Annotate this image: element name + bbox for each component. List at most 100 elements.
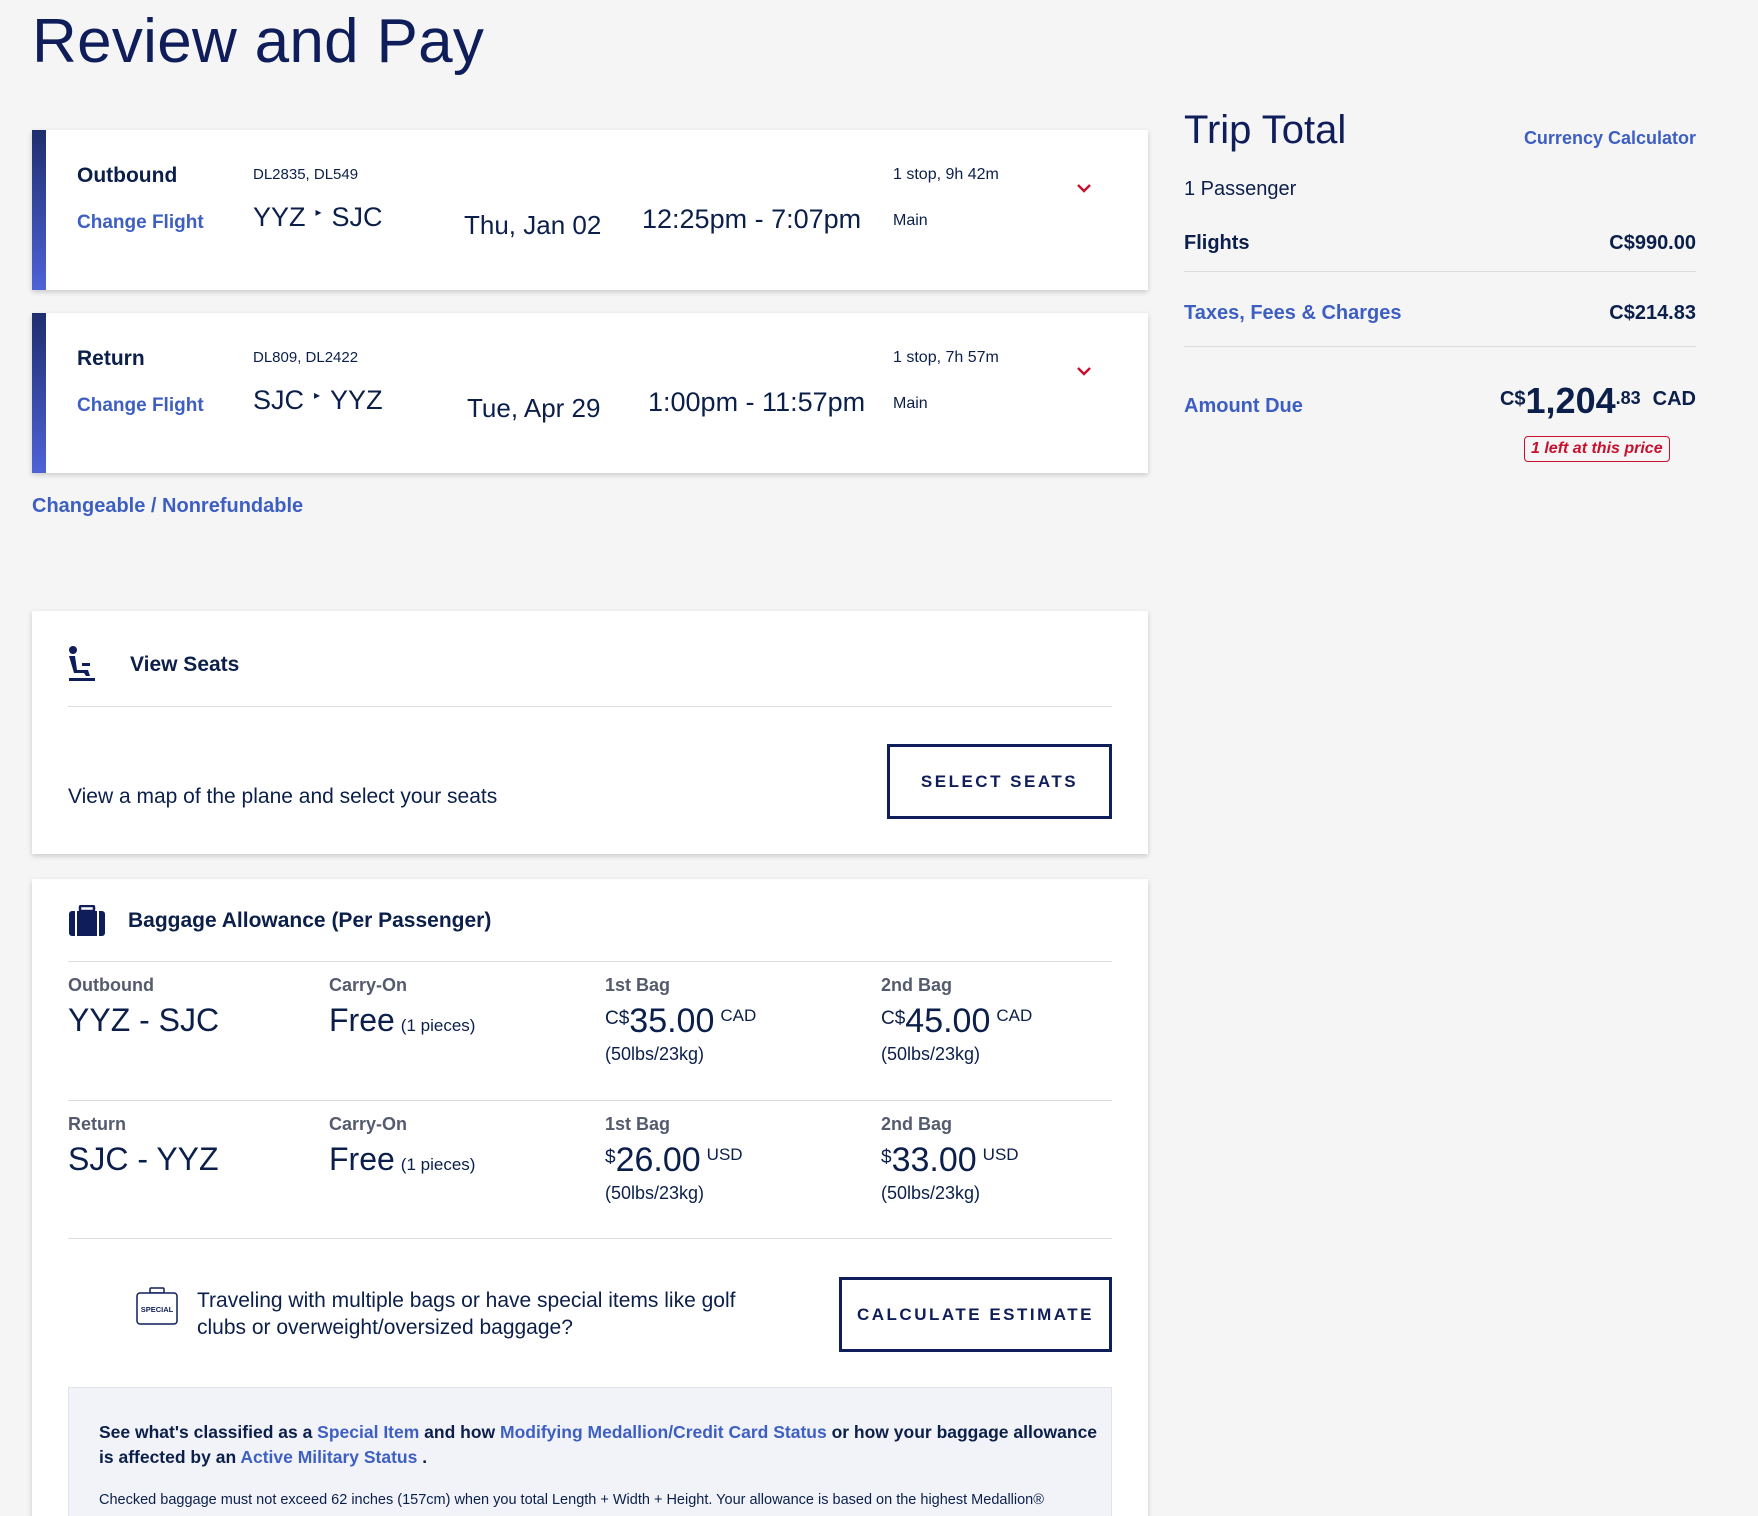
second-bag-label: 2nd Bag	[881, 1114, 953, 1134]
divider	[68, 961, 1112, 962]
outbound-origin: YYZ	[253, 202, 306, 232]
flights-row: Flights C$990.00	[1184, 232, 1696, 255]
outbound-flight-numbers: DL2835, DL549	[253, 166, 359, 183]
baggage-outbound-route: Outbound YYZ - SJC	[68, 975, 219, 1039]
return-flight-numbers: DL809, DL2422	[253, 349, 359, 366]
info-text-segment: See what's classified as a	[99, 1422, 318, 1442]
amount-integer: 1,204	[1525, 380, 1616, 421]
flights-value: C$990.00	[1609, 232, 1696, 254]
second-bag-label: 2nd Bag	[881, 975, 953, 995]
first-bag-outbound: 1st Bag C$ 35.00 CAD (50lbs/23kg)	[605, 975, 756, 1065]
first-bag-return: 1st Bag $ 26.00 USD (50lbs/23kg)	[605, 1114, 743, 1204]
amount-due-link[interactable]: Amount Due	[1184, 395, 1303, 418]
amount-currency: C$	[1499, 388, 1526, 410]
return-stops: 1 stop, 7h 57m	[893, 349, 999, 366]
route-text: SJC - YYZ	[68, 1141, 219, 1177]
amount-decimal: .83	[1615, 388, 1641, 408]
fare-availability-badge: 1 left at this price	[1524, 436, 1670, 462]
return-date: Tue, Apr 29	[467, 393, 601, 423]
weight-limit: (50lbs/23kg)	[605, 1044, 705, 1064]
price-code: CAD	[996, 1006, 1033, 1025]
special-item-link[interactable]: Special Item	[317, 1422, 419, 1442]
active-military-status-link[interactable]: Active Military Status	[240, 1447, 417, 1467]
first-bag-label: 1st Bag	[605, 975, 671, 995]
baggage-allowance-card: Baggage Allowance (Per Passenger) Outbou…	[32, 879, 1148, 1516]
return-change-flight-link[interactable]: Change Flight	[77, 395, 204, 417]
direction-label: Outbound	[68, 975, 154, 995]
taxes-fees-link[interactable]: Taxes, Fees & Charges	[1184, 302, 1402, 325]
return-cabin: Main	[893, 395, 928, 412]
outbound-destination: SJC	[331, 202, 383, 232]
divider	[1184, 271, 1696, 272]
chevron-down-icon[interactable]	[1074, 178, 1094, 198]
suitcase-icon	[69, 905, 105, 936]
outbound-time: 12:25pm - 7:07pm	[642, 204, 862, 234]
info-text-segment: .	[417, 1447, 428, 1467]
carry-on-label: Carry-On	[329, 1114, 408, 1134]
divider	[68, 1238, 1112, 1239]
passenger-count: 1 Passenger	[1184, 178, 1297, 200]
select-seats-button[interactable]: SELECT SEATS	[887, 744, 1112, 819]
carry-on-label: Carry-On	[329, 975, 408, 995]
baggage-info-box: See what's classified as a Special Item …	[68, 1387, 1112, 1516]
info-text-segment: and how	[419, 1422, 501, 1442]
fare-rules-link[interactable]: Changeable / Nonrefundable	[32, 495, 303, 518]
return-time: 1:00pm - 11:57pm	[648, 387, 866, 417]
first-bag-label: 1st Bag	[605, 1114, 671, 1134]
price-amount: 35.00	[629, 1002, 715, 1040]
return-label: Return	[77, 347, 145, 370]
amount-due-value: C$ 1,204 .83 CAD	[1500, 380, 1696, 422]
outbound-change-flight-link[interactable]: Change Flight	[77, 212, 204, 234]
amount-currency-code: CAD	[1652, 388, 1696, 410]
carry-on-note: (1 pieces)	[400, 1016, 476, 1035]
outbound-label: Outbound	[77, 164, 178, 187]
carry-on-outbound: Carry-On Free (1 pieces)	[329, 975, 475, 1039]
price-amount: 26.00	[615, 1141, 701, 1179]
carry-on-value: Free	[329, 1002, 395, 1038]
route-arrow-icon: ▸	[315, 204, 322, 219]
taxes-row: Taxes, Fees & Charges C$214.83	[1184, 302, 1696, 325]
route-arrow-icon: ▸	[314, 387, 321, 402]
baggage-info-text: See what's classified as a Special Item …	[99, 1420, 1109, 1470]
calculate-estimate-button[interactable]: CALCULATE ESTIMATE	[839, 1277, 1112, 1352]
view-seats-card: View Seats View a map of the plane and s…	[32, 611, 1148, 854]
card-accent-bar	[32, 130, 46, 290]
baggage-return-route: Return SJC - YYZ	[68, 1114, 219, 1178]
price-currency: C$	[605, 1008, 630, 1029]
divider	[68, 1100, 1112, 1101]
carry-on-value: Free	[329, 1141, 395, 1177]
price-currency: $	[881, 1147, 892, 1168]
outbound-date: Thu, Jan 02	[464, 210, 602, 240]
second-bag-return: 2nd Bag $ 33.00 USD (50lbs/23kg)	[881, 1114, 1019, 1204]
checked-baggage-note: Checked baggage must not exceed 62 inche…	[99, 1492, 1044, 1508]
return-origin: SJC	[253, 385, 305, 415]
medallion-status-link[interactable]: Modifying Medallion/Credit Card Status	[500, 1422, 827, 1442]
return-destination: YYZ	[330, 385, 383, 415]
chevron-down-icon[interactable]	[1074, 361, 1094, 381]
return-route: SJC ▸ YYZ	[253, 385, 383, 416]
outbound-stops: 1 stop, 9h 42m	[893, 166, 999, 183]
weight-limit: (50lbs/23kg)	[881, 1044, 981, 1064]
currency-calculator-link[interactable]: Currency Calculator	[1524, 128, 1696, 149]
price-code: USD	[982, 1145, 1019, 1164]
carry-on-note: (1 pieces)	[400, 1155, 476, 1174]
trip-total-title: Trip Total	[1184, 108, 1347, 152]
price-currency: $	[605, 1147, 616, 1168]
return-flight-card: Return Change Flight DL809, DL2422 SJC ▸…	[32, 313, 1148, 473]
price-code: USD	[706, 1145, 743, 1164]
flights-label: Flights	[1184, 232, 1250, 254]
page-title: Review and Pay	[32, 7, 485, 76]
seats-description: View a map of the plane and select your …	[68, 785, 498, 808]
baggage-title: Baggage Allowance (Per Passenger)	[128, 909, 492, 932]
carry-on-return: Carry-On Free (1 pieces)	[329, 1114, 475, 1178]
special-items-text: Traveling with multiple bags or have spe…	[197, 1289, 736, 1339]
route-text: YYZ - SJC	[68, 1002, 220, 1038]
card-accent-bar	[32, 313, 46, 473]
outbound-flight-card: Outbound Change Flight DL2835, DL549 YYZ…	[32, 130, 1148, 290]
outbound-route: YYZ ▸ SJC	[253, 202, 383, 233]
amount-due-row: Amount Due C$ 1,204 .83 CAD	[1184, 380, 1696, 422]
divider	[68, 706, 1112, 707]
outbound-cabin: Main	[893, 212, 928, 229]
direction-label: Return	[68, 1114, 126, 1134]
special-icon-label: SPECIAL	[141, 1305, 174, 1314]
